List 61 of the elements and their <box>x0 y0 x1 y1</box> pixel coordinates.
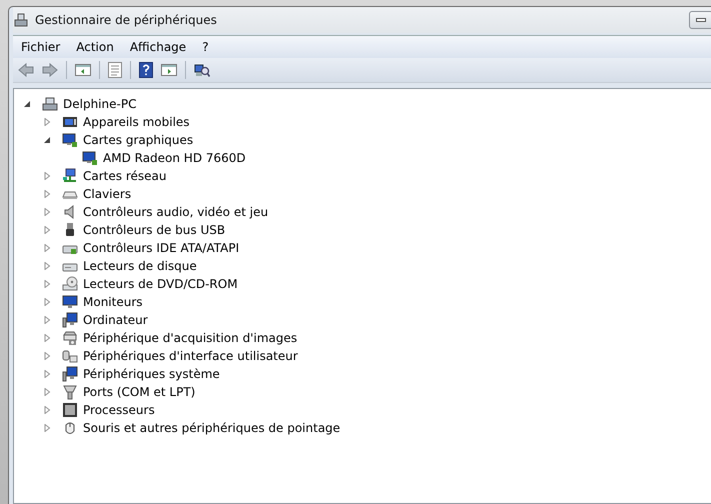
window-title: Gestionnaire de périphériques <box>35 13 217 27</box>
tree-item[interactable]: Souris et autres périphériques de pointage <box>83 421 340 435</box>
expand-arrow-icon[interactable] <box>44 334 51 342</box>
menu-item[interactable]: ? <box>202 40 209 54</box>
help-button[interactable] <box>136 60 156 80</box>
collapse-arrow-icon[interactable] <box>24 100 31 108</box>
tree-item[interactable]: AMD Radeon HD 7660D <box>103 151 246 165</box>
tree-item[interactable]: Contrôleurs audio, vidéo et jeu <box>83 205 268 219</box>
computer-icon <box>42 96 58 112</box>
collapse-arrow-icon[interactable] <box>44 136 51 144</box>
scanner-icon <box>62 330 78 346</box>
tree-item[interactable]: Périphériques d'interface utilisateur <box>83 349 298 363</box>
tree-item[interactable]: Périphérique d'acquisition d'images <box>83 331 298 345</box>
tree-item[interactable]: Delphine-PC <box>63 97 136 111</box>
expand-arrow-icon[interactable] <box>44 118 51 126</box>
expand-arrow-icon[interactable] <box>44 280 51 288</box>
action-pane-button[interactable] <box>158 61 180 79</box>
input-device-icon <box>62 348 78 364</box>
network-icon <box>62 168 78 184</box>
expand-arrow-icon[interactable] <box>44 190 51 198</box>
minimize-button[interactable] <box>689 11 711 29</box>
computer-icon <box>13 12 29 28</box>
monitor-icon <box>62 132 78 148</box>
expand-arrow-icon[interactable] <box>44 262 51 270</box>
expand-arrow-icon[interactable] <box>44 388 51 396</box>
expand-arrow-icon[interactable] <box>44 172 51 180</box>
tree-item[interactable]: Contrôleurs de bus USB <box>83 223 226 237</box>
chip-icon <box>62 402 78 418</box>
computer-icon <box>62 366 78 382</box>
tree-item[interactable]: Cartes réseau <box>83 169 166 183</box>
monitor-icon <box>62 294 78 310</box>
monitor-icon <box>82 150 98 166</box>
expand-arrow-icon[interactable] <box>44 352 51 360</box>
menu-item[interactable]: Affichage <box>130 40 186 54</box>
tree-item[interactable]: Ordinateur <box>83 313 148 327</box>
tree-item[interactable]: Ports (COM et LPT) <box>83 385 196 399</box>
expand-arrow-icon[interactable] <box>44 244 51 252</box>
expand-arrow-icon[interactable] <box>44 316 51 324</box>
expand-arrow-icon[interactable] <box>44 406 51 414</box>
device-icon <box>62 114 78 130</box>
tree-item[interactable]: Claviers <box>83 187 132 201</box>
tree-item[interactable]: Lecteurs de disque <box>83 259 197 273</box>
tree-item[interactable]: Moniteurs <box>83 295 143 309</box>
properties-button[interactable] <box>105 60 125 80</box>
tree-item[interactable]: Processeurs <box>83 403 155 417</box>
expand-arrow-icon[interactable] <box>44 424 51 432</box>
expand-arrow-icon[interactable] <box>44 208 51 216</box>
computer-icon <box>62 312 78 328</box>
menu-item[interactable]: Action <box>76 40 114 54</box>
minimize-icon <box>696 18 706 22</box>
console-tree-button[interactable] <box>72 61 94 79</box>
tree-item[interactable]: Contrôleurs IDE ATA/ATAPI <box>83 241 240 255</box>
expand-arrow-icon[interactable] <box>44 298 51 306</box>
tree-item[interactable]: Cartes graphiques <box>83 133 194 147</box>
menu-item[interactable]: Fichier <box>21 40 60 54</box>
tree-item[interactable]: Périphériques système <box>83 367 220 381</box>
tree-item[interactable]: Appareils mobiles <box>83 115 190 129</box>
expand-arrow-icon[interactable] <box>44 226 51 234</box>
expand-arrow-icon[interactable] <box>44 370 51 378</box>
disc-drive-icon <box>62 276 78 292</box>
tree-item[interactable]: Lecteurs de DVD/CD-ROM <box>83 277 238 291</box>
